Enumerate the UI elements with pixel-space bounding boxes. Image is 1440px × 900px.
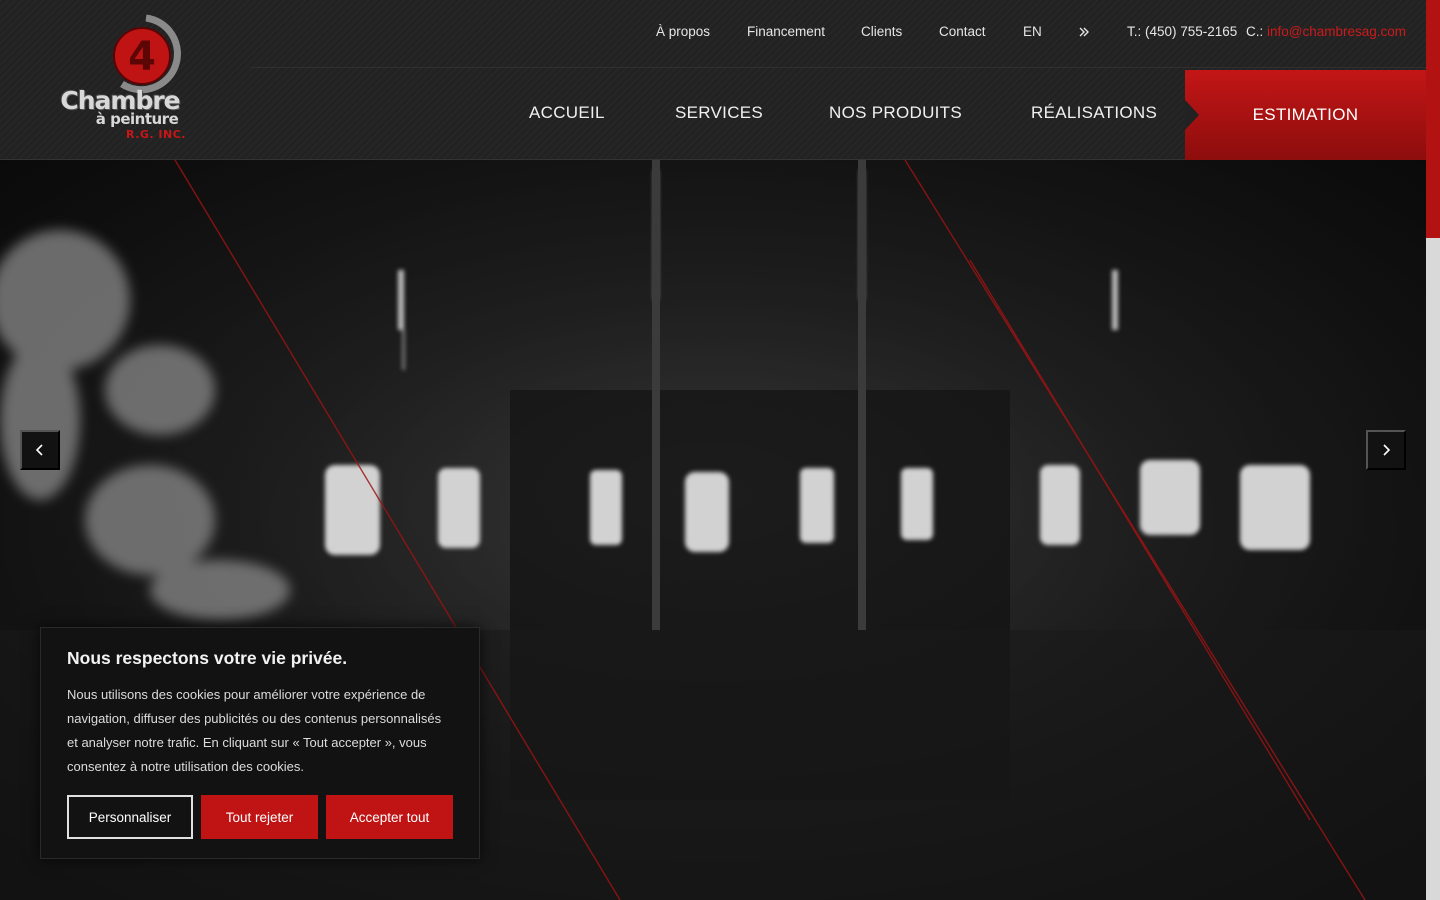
nav-realisations[interactable]: RÉALISATIONS: [1031, 103, 1157, 123]
cookie-title: Nous respectons votre vie privée.: [67, 648, 348, 668]
cookie-customize-button[interactable]: Personnaliser: [67, 795, 193, 839]
cookie-description: Nous utilisons des cookies pour améliore…: [67, 687, 442, 774]
topbar-link-a-propos[interactable]: À propos: [656, 24, 710, 39]
topbar-email-group: C.: info@chambresag.com: [1246, 24, 1406, 39]
cookie-consent-banner: Nous respectons votre vie privée. Nous u…: [40, 627, 480, 859]
chevron-left-icon: [35, 444, 43, 456]
logo-text-peinture: à peinture: [95, 110, 179, 128]
site-logo[interactable]: 4 Chambre à peinture R.G. INC.: [50, 14, 190, 142]
page-scrollbar[interactable]: [1426, 0, 1440, 900]
logo-emblem-glyph: 4: [128, 34, 156, 80]
nav-nos-produits[interactable]: NOS PRODUITS: [829, 103, 962, 123]
topbar-email-prefix: C.:: [1246, 24, 1264, 39]
cookie-accept-button[interactable]: Accepter tout: [326, 795, 453, 839]
top-utility-bar: À propos Financement Clients Contact EN …: [250, 0, 1426, 68]
topbar-link-financement[interactable]: Financement: [747, 24, 825, 39]
scrollbar-thumb[interactable]: [1426, 0, 1440, 238]
topbar-link-clients[interactable]: Clients: [861, 24, 902, 39]
logo-text-rg-inc: R.G. INC.: [126, 128, 186, 141]
nav-estimation-button[interactable]: ESTIMATION: [1185, 70, 1426, 160]
estimation-label: ESTIMATION: [1252, 105, 1359, 124]
double-chevron-right-icon[interactable]: [1078, 26, 1090, 41]
chevron-right-icon: [1383, 444, 1391, 456]
nav-services[interactable]: SERVICES: [675, 103, 763, 123]
topbar-link-language-en[interactable]: EN: [1023, 24, 1042, 39]
slider-prev-button[interactable]: [20, 430, 60, 470]
site-header: 4 Chambre à peinture R.G. INC. À propos …: [0, 0, 1426, 160]
topbar-link-contact[interactable]: Contact: [939, 24, 986, 39]
logo-emblem-icon: 4: [113, 14, 181, 94]
cookie-actions: Personnaliser Tout rejeter Accepter tout: [67, 795, 453, 839]
topbar-phone: T.: (450) 755-2165: [1127, 24, 1238, 39]
nav-accueil[interactable]: ACCUEIL: [529, 103, 605, 123]
slider-next-button[interactable]: [1366, 430, 1406, 470]
topbar-email-link[interactable]: info@chambresag.com: [1267, 24, 1406, 39]
cookie-reject-button[interactable]: Tout rejeter: [201, 795, 318, 839]
